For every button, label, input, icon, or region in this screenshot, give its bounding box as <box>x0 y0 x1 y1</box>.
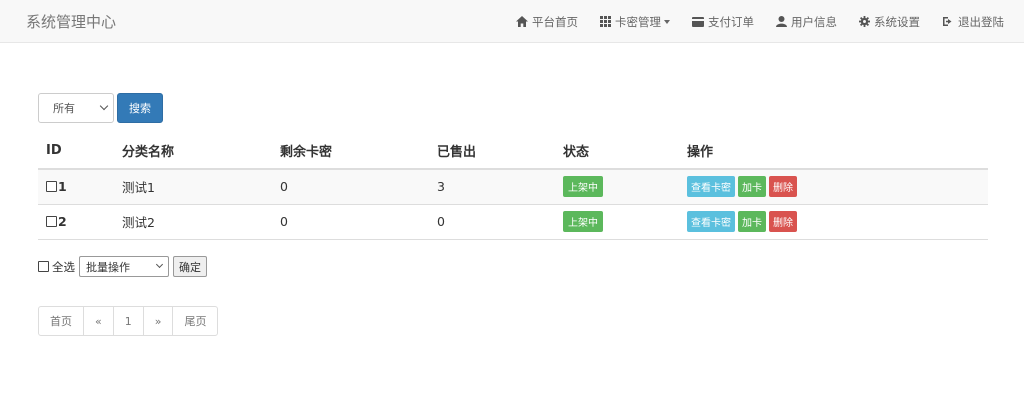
row-checkbox[interactable] <box>46 181 57 193</box>
chevron-down-icon <box>99 101 109 111</box>
add-card-button[interactable]: 加卡 <box>738 176 766 198</box>
nav-system-settings[interactable]: 系统设置 <box>859 14 920 30</box>
page-prev[interactable]: « <box>83 307 113 335</box>
remaining-cell: 0 <box>272 169 429 205</box>
chevron-down-icon <box>155 260 164 269</box>
grid-icon <box>600 16 611 27</box>
table-header-row: ID 分类名称 剩余卡密 已售出 状态 操作 <box>38 133 988 170</box>
nav-home[interactable]: 平台首页 <box>516 14 578 30</box>
nav-logout[interactable]: 退出登陆 <box>942 14 1004 30</box>
actions-cell: 查看卡密 加卡 删除 <box>679 204 988 240</box>
category-table: ID 分类名称 剩余卡密 已售出 状态 操作 1 测试1 0 3 上架中 查看卡… <box>38 133 988 240</box>
card-icon <box>692 16 704 27</box>
remaining-cell: 0 <box>272 204 429 240</box>
name-cell: 测试2 <box>114 204 272 240</box>
nav-card-management[interactable]: 卡密管理 <box>600 14 670 30</box>
select-all-label[interactable]: 全选 <box>38 259 75 275</box>
table-row: 1 测试1 0 3 上架中 查看卡密 加卡 删除 <box>38 169 988 205</box>
row-checkbox[interactable] <box>46 216 57 227</box>
id-cell: 2 <box>38 204 114 240</box>
category-filter-select[interactable]: 所有 <box>38 93 114 123</box>
column-header-name: 分类名称 <box>114 133 272 170</box>
table-row: 2 测试2 0 0 上架中 查看卡密 加卡 删除 <box>38 204 988 240</box>
id-cell: 1 <box>38 169 114 205</box>
batch-bar: 全选 批量操作 确定 <box>38 256 207 277</box>
status-cell: 上架中 <box>555 169 679 205</box>
page-number[interactable]: 1 <box>112 307 143 335</box>
page-first[interactable]: 首页 <box>39 307 83 335</box>
page-next[interactable]: » <box>142 307 173 335</box>
gear-icon <box>859 16 870 27</box>
column-header-status: 状态 <box>555 133 679 170</box>
confirm-button[interactable]: 确定 <box>173 256 207 277</box>
delete-button[interactable]: 删除 <box>769 211 797 232</box>
column-header-sold: 已售出 <box>429 133 555 170</box>
filter-bar: 所有 搜索 <box>38 93 163 123</box>
home-icon <box>516 16 528 27</box>
sold-cell: 0 <box>429 204 555 240</box>
view-cards-button[interactable]: 查看卡密 <box>687 176 735 198</box>
column-header-remaining: 剩余卡密 <box>272 133 429 170</box>
brand-title[interactable]: 系统管理中心 <box>26 11 116 32</box>
nav-menu: 平台首页 卡密管理 支付订单 用户信息 系统设置 退出登陆 <box>494 0 1004 43</box>
search-button[interactable]: 搜索 <box>117 93 163 123</box>
column-header-id: ID <box>38 133 114 170</box>
sold-cell: 3 <box>429 169 555 205</box>
pagination: 首页 « 1 » 尾页 <box>38 306 219 336</box>
status-badge: 上架中 <box>563 176 603 198</box>
column-header-actions: 操作 <box>679 133 988 170</box>
actions-cell: 查看卡密 加卡 删除 <box>679 169 988 205</box>
batch-action-select[interactable]: 批量操作 <box>79 256 169 277</box>
caret-down-icon <box>664 19 670 24</box>
status-cell: 上架中 <box>555 204 679 240</box>
user-icon <box>776 16 787 27</box>
nav-user-info[interactable]: 用户信息 <box>776 14 837 30</box>
logout-icon <box>943 17 952 26</box>
view-cards-button[interactable]: 查看卡密 <box>687 211 735 232</box>
status-badge: 上架中 <box>563 211 603 232</box>
top-navbar: 系统管理中心 平台首页 卡密管理 支付订单 用户信息 系统设置 退出登陆 <box>0 0 1024 43</box>
name-cell: 测试1 <box>114 169 272 205</box>
page-last[interactable]: 尾页 <box>172 307 217 335</box>
add-card-button[interactable]: 加卡 <box>738 211 766 232</box>
nav-payment-orders[interactable]: 支付订单 <box>692 14 754 30</box>
delete-button[interactable]: 删除 <box>769 176 797 198</box>
select-all-checkbox[interactable] <box>38 261 49 272</box>
